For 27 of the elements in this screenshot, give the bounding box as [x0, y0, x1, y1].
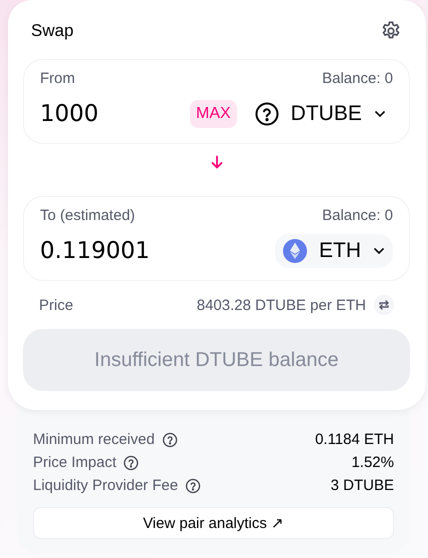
chevron-down-icon	[374, 110, 386, 118]
price-value: 8403.28 DTUBE per ETH	[196, 296, 366, 314]
amount-input[interactable]: 0.119001	[40, 238, 275, 264]
field-label: From	[40, 70, 75, 87]
analytics-link[interactable]: View pair analytics ↗	[33, 507, 394, 539]
swap-arrows-icon[interactable]	[374, 295, 394, 315]
question-icon	[254, 102, 279, 126]
ether-icon	[283, 239, 307, 263]
price-label: Price	[39, 296, 74, 314]
help-icon[interactable]	[123, 454, 140, 470]
detail-label: Price Impact	[33, 454, 116, 471]
detail-label: Liquidity Provider Fee	[33, 477, 178, 494]
balance-label: Balance: 0	[322, 207, 393, 224]
arrow-down-icon[interactable]	[210, 155, 224, 169]
help-icon[interactable]	[185, 478, 202, 494]
token-select-button[interactable]: DTUBE	[246, 97, 394, 131]
help-icon[interactable]	[162, 432, 178, 448]
field-label: To (estimated)	[40, 207, 136, 224]
token-select-button[interactable]: ETH	[275, 234, 393, 268]
balance-label: Balance: 0	[322, 70, 393, 87]
detail-value: 1.52%	[351, 454, 394, 471]
amount-input[interactable]: 1000	[40, 101, 190, 127]
chevron-down-icon	[373, 247, 385, 255]
detail-value: 0.1184 ETH	[315, 431, 394, 448]
detail-value: 3 DTUBE	[330, 477, 394, 494]
swap-title: Swap	[31, 21, 74, 41]
detail-label: Minimum received	[33, 431, 155, 448]
